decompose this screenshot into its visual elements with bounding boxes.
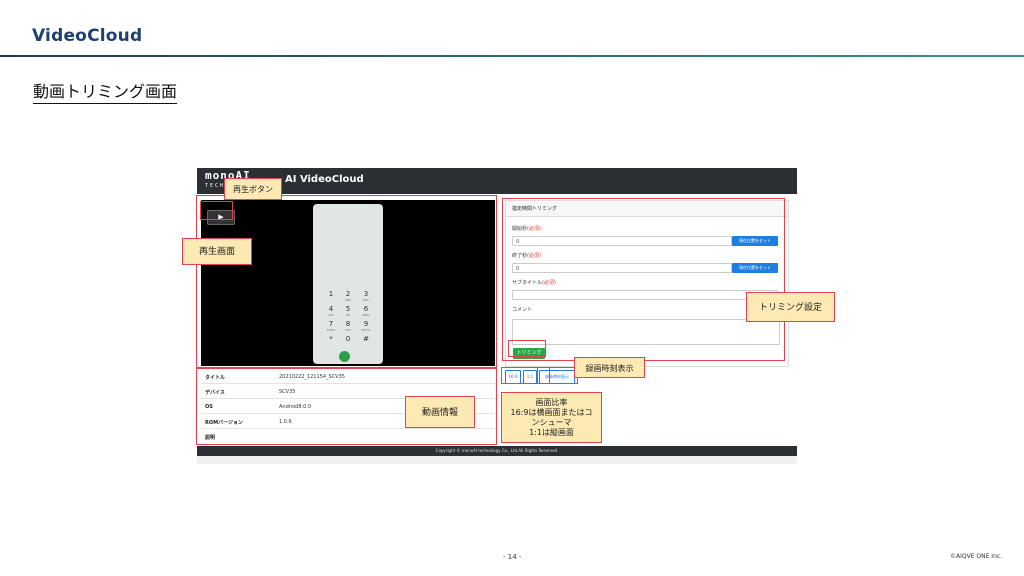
callout-aspect-ratio: 画面比率 16:9は横画面またはコ ンシューマ 1:1は縦画面 <box>501 392 602 443</box>
callout-video-info: 動画情報 <box>405 396 475 428</box>
brand-title: VideoCloud <box>32 26 143 46</box>
aspect-line: 画面比率 <box>535 398 568 407</box>
callout-trim-settings: トリミング設定 <box>746 292 835 322</box>
page-number: - 14 - <box>503 553 522 561</box>
highlight-record-time <box>537 367 578 384</box>
slide-title: 動画トリミング画面 <box>33 78 178 104</box>
callout-play-button: 再生ボタン <box>224 178 282 200</box>
aspect-line: 16:9は横画面またはコ <box>510 408 593 417</box>
aspect-line: ンシューマ <box>531 418 572 427</box>
app-title: AI VideoCloud <box>285 174 364 185</box>
copyright: ©AIQVE ONE Inc. <box>950 553 1003 560</box>
header-rule <box>0 55 1024 57</box>
highlight-trim-settings <box>502 198 785 361</box>
app-navbar: monoAI TECHNOLOGY AI VideoCloud <box>197 168 797 194</box>
app-footer: Copyright © monoAI technology Co., Ltd.A… <box>197 446 797 456</box>
highlight-play-button <box>200 201 233 220</box>
highlight-trim-button <box>508 340 546 357</box>
aspect-line: 1:1は縦画面 <box>529 428 574 437</box>
highlight-play-screen <box>196 195 497 368</box>
callout-record-time: 録画時刻表示 <box>574 357 645 378</box>
callout-play-screen: 再生画面 <box>182 238 252 265</box>
